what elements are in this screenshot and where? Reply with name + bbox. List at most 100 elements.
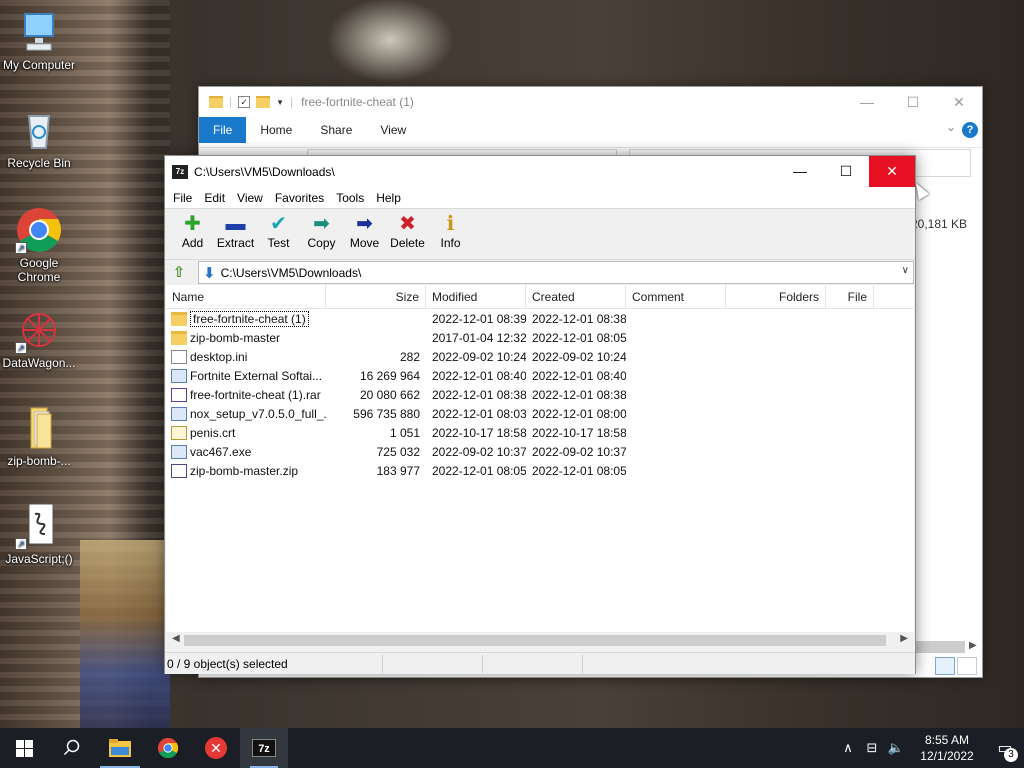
- copy-button[interactable]: ➡ Copy: [300, 212, 343, 250]
- add-button[interactable]: ✚ Add: [171, 212, 214, 250]
- action-center-button[interactable]: ▭ 3: [986, 738, 1024, 762]
- info-label: Info: [440, 236, 461, 250]
- file-list[interactable]: Name Size Modified Created Comment Folde…: [166, 285, 914, 633]
- column-header-modified[interactable]: Modified: [426, 285, 526, 308]
- table-row[interactable]: zip-bomb-master.zip 183 977 2022-12-01 0…: [166, 461, 914, 480]
- file-name: vac467.exe: [190, 444, 252, 459]
- desktop-icon-google-chrome[interactable]: ↗ Google Chrome: [1, 206, 77, 284]
- scroll-right-icon[interactable]: ▶: [900, 633, 908, 644]
- separator: |: [290, 95, 294, 109]
- extract-button[interactable]: ▬ Extract: [214, 212, 257, 250]
- folder-icon[interactable]: [209, 96, 223, 108]
- clock[interactable]: 8:55 AM 12/1/2022: [908, 732, 986, 764]
- minimize-button[interactable]: —: [844, 87, 890, 117]
- help-icon[interactable]: ?: [962, 122, 978, 138]
- show-hidden-icons-icon[interactable]: ∧: [836, 740, 860, 756]
- column-header-name[interactable]: Name: [166, 285, 326, 308]
- scrollbar-thumb[interactable]: [184, 635, 886, 646]
- expand-ribbon-icon[interactable]: ⌄: [946, 120, 956, 134]
- desktop-icon-javascript[interactable]: ↗ JavaScript;(): [1, 502, 77, 566]
- customize-quick-access-icon[interactable]: ▼: [276, 98, 284, 107]
- tab-file[interactable]: File: [199, 117, 247, 143]
- table-row[interactable]: free-fortnite-cheat (1) 2022-12-01 08:39…: [166, 309, 914, 328]
- large-icons-view-button[interactable]: [957, 657, 977, 675]
- desktop-icon-recycle-bin[interactable]: Recycle Bin: [1, 106, 77, 170]
- file-size-cell: 20,181 KB: [911, 217, 968, 231]
- network-icon[interactable]: ⊟: [860, 740, 884, 756]
- horizontal-scrollbar[interactable]: ◀ ▶: [166, 632, 914, 649]
- file-name: nox_setup_v7.0.5.0_full_...: [190, 406, 326, 421]
- maximize-button[interactable]: ☐: [890, 87, 936, 117]
- shortcut-arrow-icon: ↗: [15, 342, 27, 354]
- table-row[interactable]: free-fortnite-cheat (1).rar 20 080 662 2…: [166, 385, 914, 404]
- column-header-files[interactable]: File: [826, 285, 874, 308]
- table-row[interactable]: Fortnite External Softai... 16 269 964 2…: [166, 366, 914, 385]
- column-header-comment[interactable]: Comment: [626, 285, 726, 308]
- 7zip-window[interactable]: 7z C:\Users\VM5\Downloads\ — ☐ ✕ File Ed…: [164, 155, 916, 674]
- menu-view[interactable]: View: [231, 191, 269, 205]
- file-name: free-fortnite-cheat (1).rar: [190, 387, 321, 402]
- clock-date: 12/1/2022: [920, 749, 974, 763]
- info-button[interactable]: ℹ Info: [429, 212, 472, 250]
- desktop-icon-zip-bomb-folder[interactable]: zip-bomb-...: [1, 404, 77, 468]
- desktop-icon-my-computer[interactable]: My Computer: [1, 8, 77, 72]
- test-button[interactable]: ✔ Test: [257, 212, 300, 250]
- close-button[interactable]: ✕: [936, 87, 982, 117]
- table-row[interactable]: nox_setup_v7.0.5.0_full_... 596 735 880 …: [166, 404, 914, 423]
- certificate-icon: [171, 425, 187, 440]
- details-view-button[interactable]: [935, 657, 955, 675]
- explorer-title: free-fortnite-cheat (1): [301, 95, 414, 109]
- menu-help[interactable]: Help: [370, 191, 407, 205]
- scroll-right-icon[interactable]: ▶: [969, 640, 977, 651]
- file-size: 282: [399, 349, 420, 364]
- column-header-created[interactable]: Created: [526, 285, 626, 308]
- delete-button[interactable]: ✖ Delete: [386, 212, 429, 250]
- explorer-hscroll-thumb[interactable]: [915, 641, 965, 653]
- computer-icon: [15, 8, 63, 56]
- minimize-button[interactable]: —: [777, 156, 823, 187]
- up-folder-icon[interactable]: ⇧: [168, 262, 190, 284]
- tab-view[interactable]: View: [366, 117, 420, 143]
- chrome-icon: [157, 737, 179, 759]
- path-dropdown-icon[interactable]: ∨: [902, 265, 909, 276]
- search-button[interactable]: [48, 728, 96, 768]
- file-size: 725 032: [376, 444, 420, 459]
- notification-badge: 3: [1004, 748, 1018, 762]
- start-button[interactable]: [0, 728, 48, 768]
- taskbar-red-app[interactable]: ✕: [192, 728, 240, 768]
- tab-home[interactable]: Home: [246, 117, 306, 143]
- menu-file[interactable]: File: [167, 191, 198, 205]
- down-arrow-icon: ⬇: [203, 264, 216, 282]
- executable-icon: [171, 444, 187, 459]
- taskbar-7zip[interactable]: 7z: [240, 728, 288, 768]
- taskbar-file-explorer[interactable]: [96, 728, 144, 768]
- volume-icon[interactable]: 🔈: [884, 740, 908, 756]
- explorer-window-controls: — ☐ ✕: [844, 87, 982, 117]
- taskbar-chrome[interactable]: [144, 728, 192, 768]
- window-title: C:\Users\VM5\Downloads\: [194, 164, 335, 179]
- tab-share[interactable]: Share: [306, 117, 366, 143]
- file-size: 20 080 662: [359, 387, 420, 402]
- menu-edit[interactable]: Edit: [198, 191, 231, 205]
- maximize-button[interactable]: ☐: [823, 156, 869, 187]
- table-row[interactable]: desktop.ini 282 2022-09-02 10:24 2022-09…: [166, 347, 914, 366]
- properties-icon[interactable]: ✓: [238, 96, 251, 108]
- separator: |: [229, 95, 233, 109]
- menu-tools[interactable]: Tools: [330, 191, 370, 205]
- menu-favorites[interactable]: Favorites: [269, 191, 330, 205]
- move-button[interactable]: ➡ Move: [343, 212, 386, 250]
- table-row[interactable]: zip-bomb-master 2017-01-04 12:32 2022-12…: [166, 328, 914, 347]
- table-row[interactable]: vac467.exe 725 032 2022-09-02 10:37 2022…: [166, 442, 914, 461]
- table-row[interactable]: penis.crt 1 051 2022-10-17 18:58 2022-10…: [166, 423, 914, 442]
- explorer-title-bar[interactable]: | ✓ ▼ | free-fortnite-cheat (1) — ☐ ✕: [199, 87, 982, 117]
- folder-icon: [171, 311, 187, 326]
- column-header-folders[interactable]: Folders: [726, 285, 826, 308]
- close-button[interactable]: ✕: [869, 156, 915, 187]
- new-folder-icon[interactable]: [256, 96, 271, 108]
- scroll-left-icon[interactable]: ◀: [172, 633, 180, 644]
- 7zip-title-bar[interactable]: 7z C:\Users\VM5\Downloads\ — ☐ ✕: [165, 156, 915, 187]
- desktop-icon-datawagon[interactable]: ↗ DataWagon...: [1, 306, 77, 370]
- column-header-size[interactable]: Size: [326, 285, 426, 308]
- path-input[interactable]: ⬇ C:\Users\VM5\Downloads\ ∨: [198, 261, 914, 284]
- 7zip-icon: 7z: [252, 739, 276, 757]
